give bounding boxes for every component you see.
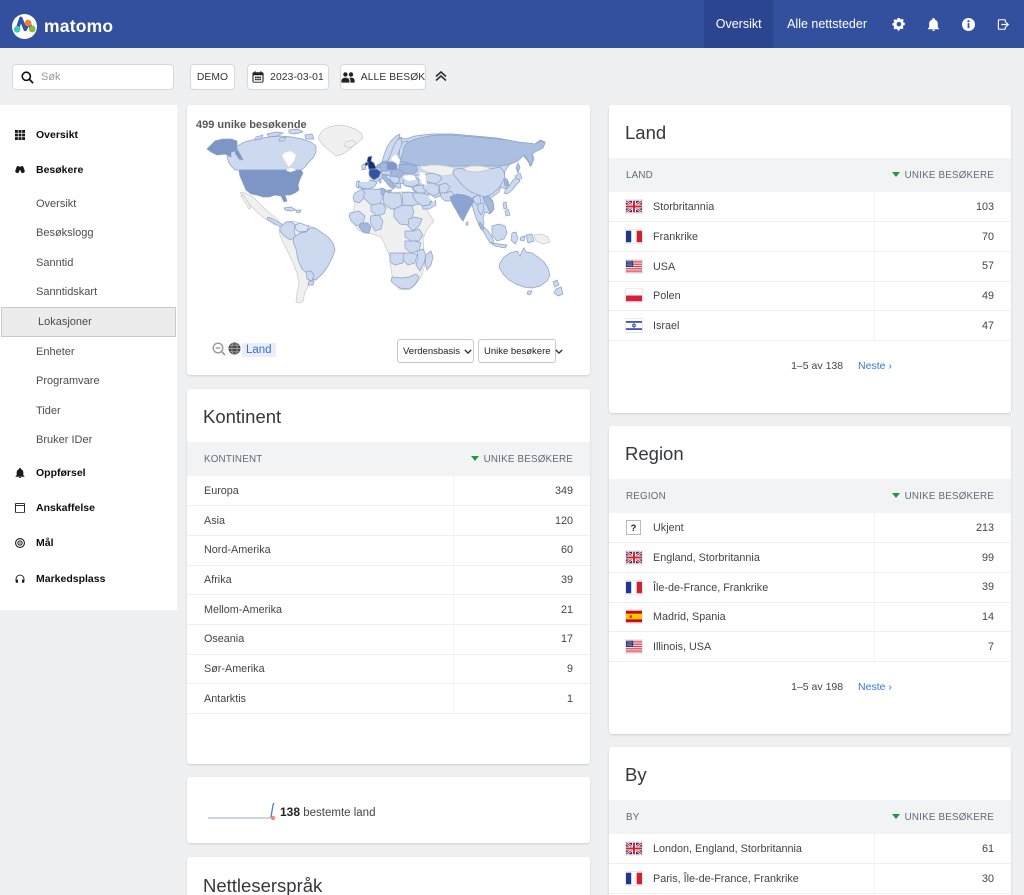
svg-text:?: ? — [631, 523, 637, 533]
